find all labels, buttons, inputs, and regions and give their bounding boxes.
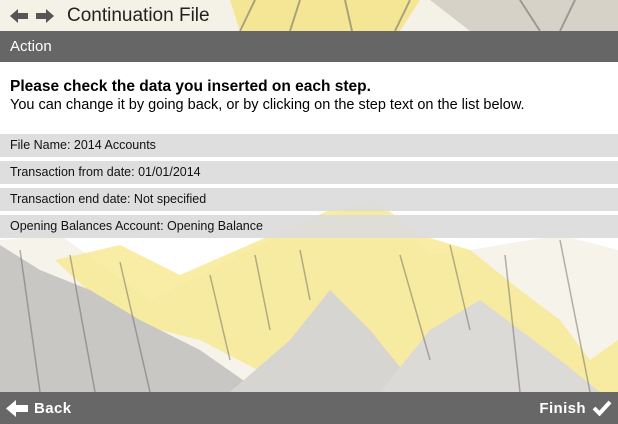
nav-back-arrow-icon[interactable]	[10, 9, 28, 23]
step-item-opening-balances-account[interactable]: Opening Balances Account: Opening Balanc…	[0, 215, 618, 238]
steps-summary-list: File Name: 2014 Accounts Transaction fro…	[0, 134, 618, 242]
intro-heading: Please check the data you inserted on ea…	[10, 78, 371, 95]
bottom-action-bar: Back Finish	[0, 392, 618, 424]
step-item-file-name[interactable]: File Name: 2014 Accounts	[0, 134, 618, 157]
nav-forward-arrow-icon[interactable]	[36, 9, 54, 23]
back-button-label: Back	[34, 399, 72, 417]
section-header: Action	[0, 31, 618, 62]
intro-subtext: You can change it by going back, or by c…	[10, 97, 525, 113]
section-title: Action	[10, 38, 52, 55]
finish-button[interactable]: Finish	[539, 392, 612, 424]
step-item-transaction-from-date[interactable]: Transaction from date: 01/01/2014	[0, 161, 618, 184]
back-button[interactable]: Back	[6, 392, 71, 424]
checkmark-icon	[592, 400, 612, 416]
title-bar: Continuation File	[0, 0, 618, 31]
intro-panel: Please check the data you inserted on ea…	[0, 62, 618, 134]
window-title: Continuation File	[67, 5, 210, 26]
step-item-transaction-end-date[interactable]: Transaction end date: Not specified	[0, 188, 618, 211]
finish-button-label: Finish	[539, 399, 586, 417]
arrow-left-icon	[6, 399, 28, 417]
